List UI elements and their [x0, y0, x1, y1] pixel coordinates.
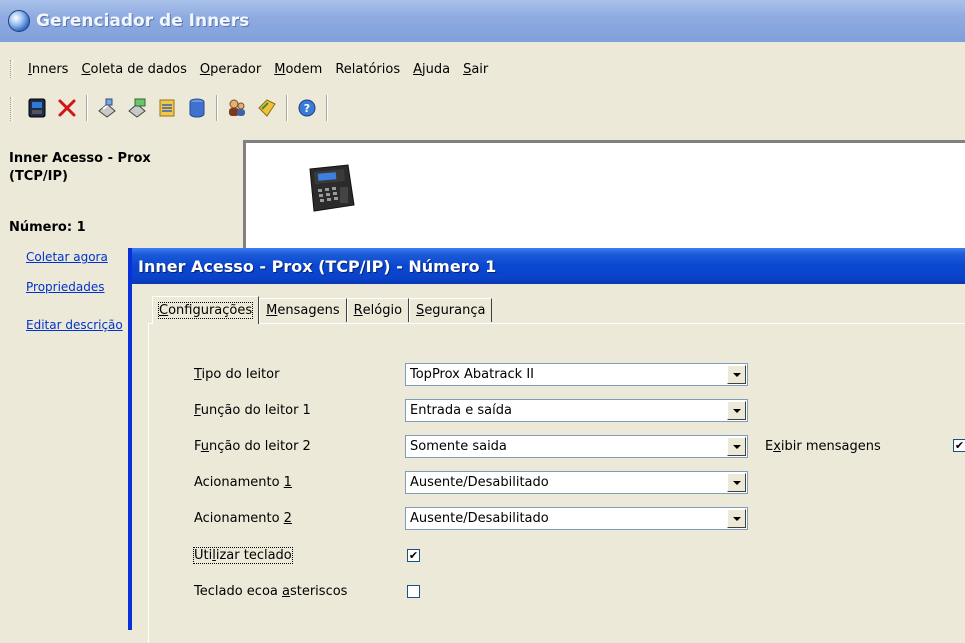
menu-operador[interactable]: Operador: [200, 62, 261, 77]
toolbar: ?: [0, 88, 965, 128]
acionamento-2-select[interactable]: Ausente/Desabilitado: [405, 507, 748, 530]
utilizar-teclado-label: Utilizar teclado: [193, 546, 293, 564]
operators-icon[interactable]: [222, 93, 252, 123]
link-editar-descricao[interactable]: Editar descrição: [26, 318, 123, 332]
tag-icon[interactable]: [252, 93, 282, 123]
inner-name: Inner Acesso - Prox (TCP/IP): [9, 151, 151, 184]
menu-inners[interactable]: Inners: [28, 62, 68, 77]
delete-icon[interactable]: [52, 93, 82, 123]
teclado-asteriscos-checkbox[interactable]: [407, 585, 420, 598]
tab-strip: Configurações Mensagens Relógio Seguranç…: [152, 296, 493, 324]
exibir-mensagens-label: Exibir mensagens: [765, 438, 881, 454]
tab-mensagens[interactable]: Mensagens: [259, 298, 347, 322]
chevron-down-icon[interactable]: [727, 401, 746, 420]
inner-device-icon[interactable]: [22, 93, 52, 123]
menu-ajuda[interactable]: Ajuda: [413, 62, 450, 77]
menu-coleta-de-dados[interactable]: Coleta de dados: [81, 62, 186, 77]
exibir-mensagens-checkbox[interactable]: ✔: [953, 439, 965, 452]
funcao-leitor-1-select[interactable]: Entrada e saída: [405, 399, 748, 422]
collect-all-icon[interactable]: [122, 93, 152, 123]
utilizar-teclado-checkbox[interactable]: ✔: [407, 549, 420, 562]
acionamento-1-label: Acionamento 1: [194, 474, 292, 490]
inner-properties-dialog: Inner Acesso - Prox (TCP/IP) - Número 1 …: [128, 248, 965, 643]
report-icon[interactable]: [152, 93, 182, 123]
acionamento-2-label: Acionamento 2: [194, 510, 292, 526]
menu-relatorios[interactable]: Relatórios: [335, 62, 400, 77]
chevron-down-icon[interactable]: [727, 437, 746, 456]
menu-sair[interactable]: Sair: [463, 62, 488, 77]
help-icon[interactable]: ?: [292, 93, 322, 123]
menu-bar: Inners Coleta de dados Operador Modem Re…: [0, 56, 965, 82]
menu-modem[interactable]: Modem: [274, 62, 322, 77]
toolbar-separator: [286, 95, 288, 121]
chevron-down-icon[interactable]: [727, 365, 746, 384]
check-icon: ✔: [408, 549, 419, 562]
funcao-leitor-1-label: Função do leitor 1: [194, 402, 311, 418]
toolbar-separator: [86, 95, 88, 121]
tab-configuracoes-panel: Tipo do leitor TopProx Abatrack II Funçã…: [148, 323, 965, 643]
check-icon: ✔: [954, 439, 965, 452]
inner-number: Número: 1: [9, 220, 86, 235]
funcao-leitor-2-select[interactable]: Somente saida: [405, 435, 748, 458]
dialog-title-bar[interactable]: Inner Acesso - Prox (TCP/IP) - Número 1: [132, 248, 965, 284]
chevron-down-icon[interactable]: [727, 509, 746, 528]
link-propriedades[interactable]: Propriedades: [26, 280, 105, 294]
app-icon: [8, 10, 30, 32]
acionamento-1-select[interactable]: Ausente/Desabilitado: [405, 471, 748, 494]
svg-text:?: ?: [304, 102, 310, 115]
tab-relogio[interactable]: Relógio: [346, 298, 410, 322]
database-icon[interactable]: [182, 93, 212, 123]
tipo-leitor-label: Tipo do leitor: [194, 366, 280, 382]
tab-seguranca[interactable]: Segurança: [409, 298, 493, 322]
funcao-leitor-2-label: Função do leitor 2: [194, 438, 311, 454]
toolbar-grip[interactable]: [10, 97, 13, 121]
main-window-title-bar[interactable]: Gerenciador de Inners: [0, 0, 965, 42]
toolbar-separator: [216, 95, 218, 121]
window-title: Gerenciador de Inners: [36, 11, 250, 31]
teclado-asteriscos-label: Teclado ecoa asteriscos: [194, 583, 348, 599]
menubar-grip[interactable]: [10, 60, 13, 78]
collect-icon[interactable]: [92, 93, 122, 123]
link-coletar-agora[interactable]: Coletar agora: [26, 250, 108, 264]
chevron-down-icon[interactable]: [727, 473, 746, 492]
tab-configuracoes[interactable]: Configurações: [152, 296, 260, 324]
tipo-leitor-select[interactable]: TopProx Abatrack II: [405, 363, 748, 386]
inner-device-image[interactable]: [304, 163, 358, 213]
dialog-title: Inner Acesso - Prox (TCP/IP) - Número 1: [138, 256, 497, 276]
toolbar-separator: [326, 95, 328, 121]
